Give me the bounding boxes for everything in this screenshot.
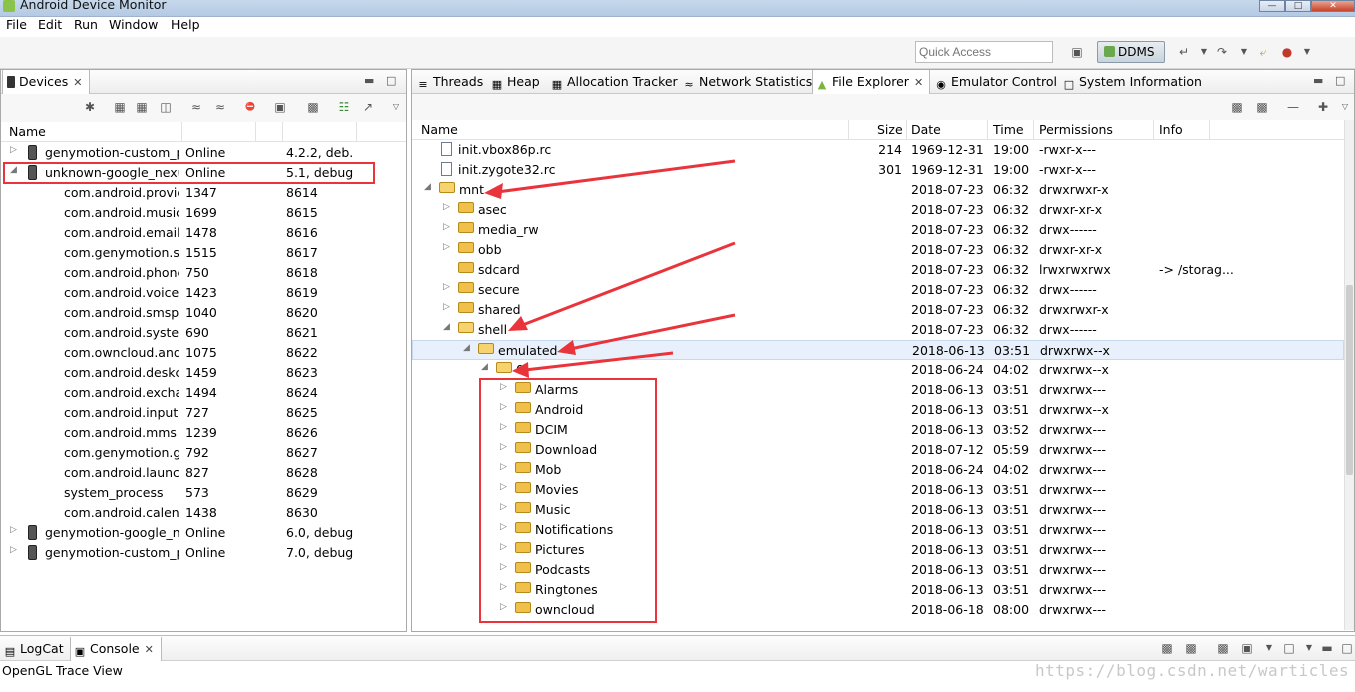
annotation-arrow-shell — [508, 241, 736, 331]
annotation-arrow-emulated — [557, 313, 736, 355]
annotation-arrows — [484, 159, 736, 378]
annotation-arrow-zero — [512, 351, 674, 378]
annotation-arrow-mnt — [484, 159, 736, 199]
